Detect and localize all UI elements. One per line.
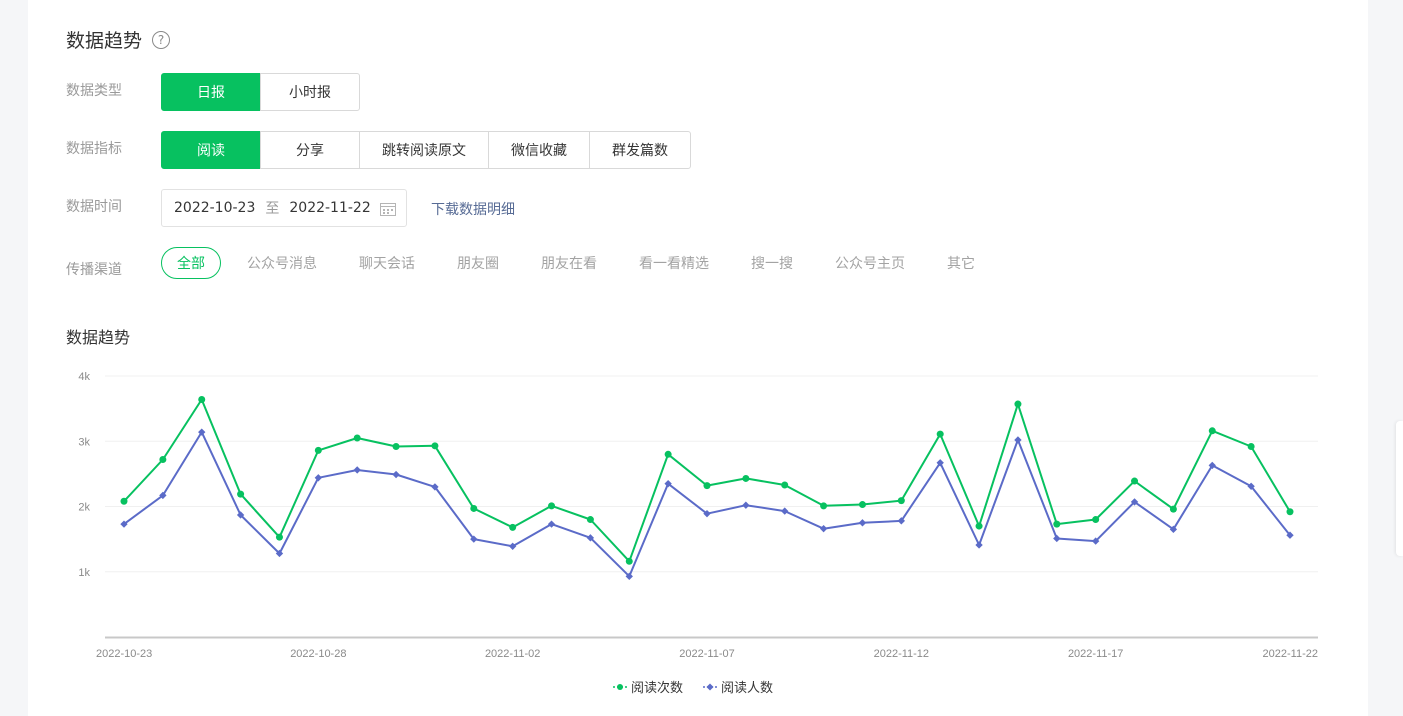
y-tick-label: 1k bbox=[78, 567, 90, 579]
data-point-reads bbox=[1053, 520, 1061, 528]
data-point-readers bbox=[392, 470, 400, 479]
data-point-readers bbox=[314, 474, 323, 482]
series-line-readers bbox=[123, 431, 1291, 578]
data-point-reads bbox=[470, 504, 478, 512]
data-point-readers bbox=[1014, 436, 1022, 444]
data-point-reads bbox=[781, 481, 789, 489]
data-point-readers bbox=[742, 501, 750, 509]
x-tick-label: 2022-10-23 bbox=[96, 648, 152, 660]
data-point-reads bbox=[820, 502, 828, 510]
data-point-reads bbox=[1092, 516, 1100, 524]
legend-item-readers[interactable]: 阅读人数 bbox=[703, 677, 773, 696]
data-point-reads bbox=[275, 533, 283, 541]
x-tick-label: 2022-11-17 bbox=[1068, 648, 1123, 660]
data-point-reads bbox=[897, 497, 905, 505]
data-point-reads bbox=[237, 490, 245, 498]
data-point-reads bbox=[1247, 442, 1255, 450]
legend-item-reads[interactable]: 阅读次数 bbox=[613, 677, 683, 696]
data-point-reads bbox=[586, 516, 594, 524]
x-tick-label: 2022-11-02 bbox=[485, 648, 540, 660]
data-point-reads bbox=[353, 434, 361, 442]
legend-mark-readers bbox=[703, 682, 718, 691]
data-point-reads bbox=[664, 450, 672, 458]
data-point-reads bbox=[1208, 427, 1216, 435]
x-tick-label: 2022-11-07 bbox=[679, 648, 734, 660]
y-tick-label: 2k bbox=[78, 502, 90, 514]
data-point-reads bbox=[742, 474, 750, 482]
series-line-reads bbox=[123, 398, 1291, 563]
data-point-readers bbox=[975, 541, 983, 549]
data-point-reads bbox=[392, 442, 400, 450]
side-feedback-tab[interactable] bbox=[1396, 421, 1403, 556]
data-point-reads bbox=[858, 501, 866, 509]
x-tick-label: 2022-10-28 bbox=[290, 648, 346, 660]
data-point-readers bbox=[1053, 534, 1061, 543]
data-point-readers bbox=[353, 466, 361, 474]
data-point-reads bbox=[1131, 477, 1139, 485]
data-point-reads bbox=[120, 497, 128, 505]
data-point-readers bbox=[819, 525, 828, 533]
data-point-reads bbox=[1169, 505, 1177, 513]
x-tick-label: 2022-11-12 bbox=[874, 648, 929, 660]
trend-line-chart: 1k 2k 3k 4k 2022-10-23 2022-10-28 2022-11-02 20… bbox=[78, 371, 1318, 660]
data-point-reads bbox=[159, 456, 167, 464]
data-point-reads bbox=[198, 395, 206, 403]
data-point-reads bbox=[1286, 508, 1294, 516]
data-point-reads bbox=[509, 523, 517, 531]
data-point-reads bbox=[625, 557, 633, 565]
legend-mark-reads bbox=[613, 683, 627, 690]
legend-label-readers: 阅读人数 bbox=[721, 681, 774, 696]
trend-card: 数据趋势 ? 数据类型 日报 小时报 数据指标 阅读 分享 跳转阅读原文 微信收… bbox=[28, 0, 1368, 716]
data-point-reads bbox=[936, 430, 944, 438]
legend-label-reads: 阅读次数 bbox=[631, 681, 684, 696]
data-point-reads bbox=[975, 522, 983, 530]
y-tick-label: 4k bbox=[78, 371, 90, 383]
y-tick-label: 3k bbox=[78, 436, 90, 448]
data-point-reads bbox=[703, 482, 711, 490]
data-point-reads bbox=[1014, 400, 1022, 408]
data-point-reads bbox=[314, 446, 322, 454]
data-point-readers bbox=[858, 519, 867, 527]
data-point-readers bbox=[781, 507, 789, 515]
data-point-reads bbox=[431, 442, 439, 450]
data-point-reads bbox=[548, 502, 556, 510]
x-tick-label: 2022-11-22 bbox=[1263, 648, 1318, 660]
chart-legend: 阅读次数 阅读人数 bbox=[613, 677, 793, 696]
